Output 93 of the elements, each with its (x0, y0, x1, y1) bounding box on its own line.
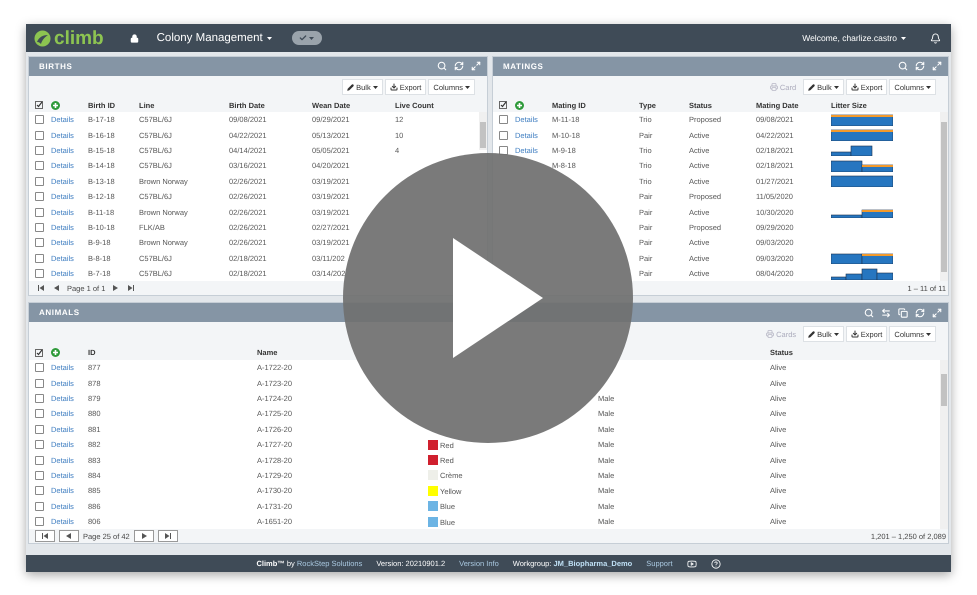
last-page-button[interactable] (158, 530, 178, 542)
row-checkbox[interactable] (35, 254, 44, 263)
litter-size-bars (831, 160, 893, 172)
row-checkbox[interactable] (35, 409, 44, 418)
row-checkbox[interactable] (35, 130, 44, 140)
row-checkbox[interactable] (35, 486, 44, 496)
last-page-icon (164, 533, 171, 540)
scrollbar[interactable] (940, 360, 948, 530)
pencil-icon (347, 84, 354, 91)
pencil-icon (808, 84, 816, 91)
add-icon[interactable] (515, 100, 524, 110)
caret-icon (465, 86, 470, 89)
row-checkbox[interactable] (35, 424, 44, 434)
previous-icon (54, 285, 60, 292)
caret-icon (834, 86, 839, 89)
pencil-icon (808, 330, 816, 338)
row-checkbox[interactable] (35, 192, 44, 202)
litter-size-bars (831, 268, 893, 280)
caret-icon (926, 332, 931, 336)
refresh-icon[interactable] (454, 61, 464, 72)
row-checkbox[interactable] (35, 176, 44, 186)
row-checkbox[interactable] (35, 269, 44, 278)
row-checkbox[interactable] (35, 115, 44, 124)
previous-page-button[interactable] (59, 530, 79, 542)
refresh-icon[interactable] (915, 308, 925, 318)
caret-icon (372, 86, 378, 89)
download-icon (850, 83, 859, 92)
panel-title: ANIMALS (39, 308, 80, 317)
caret-icon (926, 86, 931, 89)
next-icon (140, 533, 147, 540)
printer-icon (766, 330, 774, 338)
first-page-icon (42, 533, 48, 540)
select-all-icon[interactable] (35, 101, 43, 110)
notifications-icon[interactable] (930, 32, 941, 44)
last-page-icon (128, 285, 134, 292)
row-checkbox[interactable] (35, 222, 44, 232)
litter-size-bars (831, 129, 893, 142)
row-checkbox[interactable] (499, 146, 508, 155)
search-icon[interactable] (864, 308, 874, 318)
logo-icon (34, 30, 51, 46)
first-page-icon (38, 285, 44, 292)
download-icon (850, 330, 859, 338)
scrollbar[interactable] (479, 112, 487, 150)
next-page-button[interactable] (134, 530, 154, 542)
row-checkbox[interactable] (499, 130, 508, 140)
previous-icon (66, 533, 72, 540)
download-icon (390, 83, 398, 92)
panel-title: MATINGS (503, 62, 544, 71)
swap-icon[interactable] (881, 308, 891, 318)
row-checkbox[interactable] (35, 161, 44, 170)
row-checkbox[interactable] (35, 440, 44, 450)
caret-icon (834, 332, 839, 336)
user-menu[interactable]: Welcome, charlize.castro (802, 33, 906, 43)
expand-icon[interactable] (471, 61, 481, 72)
add-icon[interactable] (51, 348, 60, 357)
litter-size-bars (831, 114, 893, 126)
search-icon[interactable] (898, 61, 908, 72)
copy-icon[interactable] (898, 308, 908, 318)
litter-size-bars (831, 252, 893, 264)
logo-text: climb (54, 28, 104, 48)
lock-icon (130, 34, 139, 42)
expand-icon[interactable] (932, 308, 942, 318)
row-checkbox[interactable] (35, 470, 44, 480)
add-icon[interactable] (51, 100, 60, 110)
caret-icon (901, 36, 906, 40)
row-checkbox[interactable] (35, 238, 44, 248)
select-all-icon[interactable] (35, 348, 43, 356)
row-checkbox[interactable] (35, 363, 44, 372)
scrollbar[interactable] (940, 112, 948, 282)
row-checkbox[interactable] (499, 115, 508, 124)
check-icon (299, 34, 308, 42)
row-checkbox[interactable] (35, 146, 44, 155)
printer-icon (770, 83, 778, 92)
video-icon[interactable] (686, 558, 697, 568)
row-checkbox[interactable] (35, 517, 44, 526)
first-page-button[interactable] (35, 530, 55, 542)
litter-size-bars (831, 175, 893, 188)
expand-icon[interactable] (932, 61, 942, 72)
caret-icon (266, 36, 272, 40)
row-checkbox[interactable] (35, 394, 44, 403)
search-icon[interactable] (437, 61, 447, 72)
row-checkbox[interactable] (35, 456, 44, 465)
refresh-icon[interactable] (915, 61, 925, 72)
status-toggle[interactable] (292, 31, 322, 45)
panel-title: BIRTHS (39, 62, 72, 71)
row-checkbox[interactable] (35, 208, 44, 216)
module-menu[interactable]: Colony Management (156, 32, 272, 44)
next-icon (112, 285, 118, 292)
row-checkbox[interactable] (35, 378, 44, 388)
caret-icon (309, 36, 314, 40)
row-checkbox[interactable] (35, 502, 44, 511)
help-icon[interactable] (710, 558, 721, 568)
select-all-icon[interactable] (499, 101, 507, 110)
